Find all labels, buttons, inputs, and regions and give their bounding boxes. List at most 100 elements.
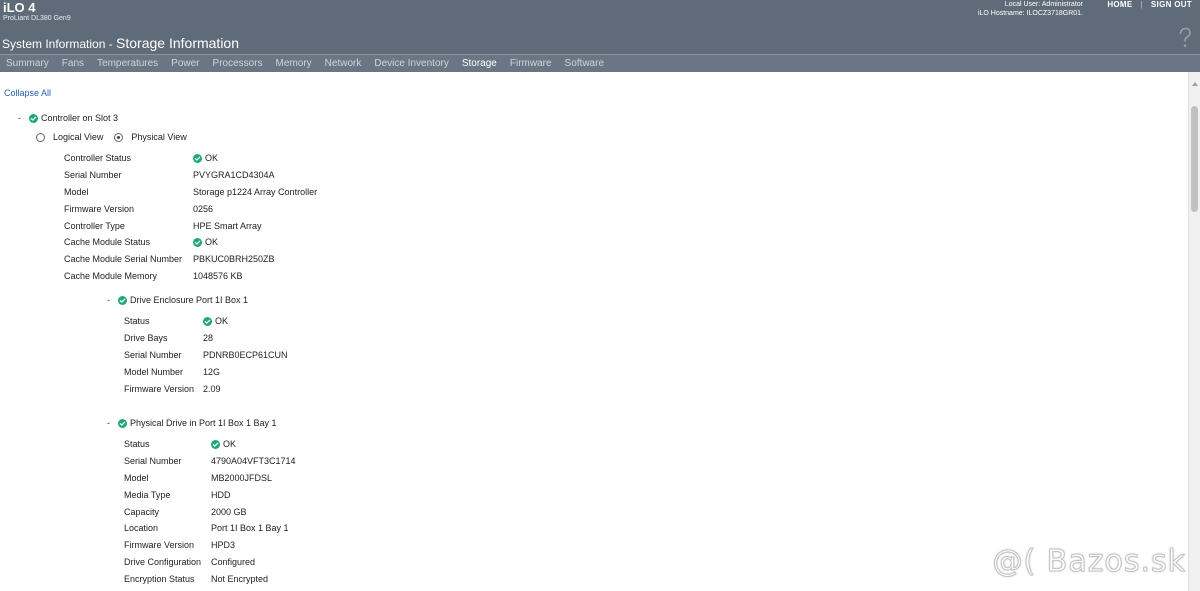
- detail-row: Model Storage p1224 Array Controller: [64, 184, 317, 201]
- detail-key: Firmware Version: [124, 540, 195, 551]
- detail-key: Controller Type: [64, 220, 125, 231]
- detail-value-wrap: OK: [193, 237, 218, 247]
- drive-node: - Physical Drive in Port 1I Box 1 Bay 1: [107, 418, 277, 428]
- home-link[interactable]: HOME: [1107, 0, 1132, 9]
- detail-key: Cache Module Status: [64, 237, 151, 248]
- detail-value: Not Encrypted: [211, 573, 269, 584]
- detail-key: Drive Bays: [124, 333, 168, 344]
- detail-key: Cache Module Memory: [64, 270, 158, 281]
- detail-value-wrap: OK: [203, 316, 228, 326]
- detail-value: Configured: [211, 556, 256, 567]
- detail-value: 4790A04VFT3C1714: [211, 456, 296, 467]
- tab-memory[interactable]: Memory: [276, 58, 312, 69]
- vertical-scrollbar[interactable]: [1188, 72, 1200, 591]
- detail-value-wrap: Configured: [211, 557, 255, 567]
- page-title-main: Storage Information: [116, 35, 240, 51]
- detail-value: 28: [203, 333, 214, 344]
- detail-key: Status: [124, 316, 150, 327]
- detail-value-wrap: Storage p1224 Array Controller: [193, 187, 317, 197]
- ilo-header: iLO 4 ProLiant DL380 Gen9 Local User: Ad…: [0, 0, 1200, 72]
- detail-value: PVYGRA1CD4304A: [193, 170, 275, 181]
- detail-key: Serial Number: [64, 170, 122, 181]
- detail-key: Capacity: [124, 506, 160, 517]
- detail-key: Model: [64, 186, 89, 197]
- enclosure-details: Status OK Drive Bays 28 Serial Number PDNRB0E…: [124, 313, 288, 397]
- tab-storage[interactable]: Storage: [462, 58, 497, 69]
- tab-software[interactable]: Software: [565, 58, 604, 69]
- page-title: System Information - Storage Information: [2, 35, 239, 51]
- detail-row: Model MB2000JFDSL: [124, 470, 296, 487]
- hostname-label: iLO Hostname: ILOCZ3718GR01.: [977, 10, 1083, 17]
- detail-value: 2.09: [203, 383, 221, 394]
- enclosure-title: Drive Enclosure Port 1I Box 1: [130, 295, 249, 305]
- tab-power[interactable]: Power: [171, 58, 199, 69]
- collapse-toggle[interactable]: -: [18, 113, 21, 123]
- detail-value-wrap: MB2000JFDSL: [211, 473, 272, 483]
- detail-value-wrap: PBKUC0BRH250ZB: [193, 254, 275, 264]
- signout-link[interactable]: SIGN OUT: [1151, 0, 1192, 9]
- user-info: Local User: Administrator iLO Hostname: …: [978, 0, 1083, 18]
- detail-key: Model: [124, 472, 149, 483]
- detail-row: Controller Type HPE Smart Array: [64, 217, 317, 234]
- enclosure-node: - Drive Enclosure Port 1I Box 1: [107, 295, 248, 305]
- physical-view-radio[interactable]: [114, 132, 124, 142]
- detail-row: Drive Configuration Configured: [124, 554, 296, 571]
- detail-value: OK: [205, 237, 219, 248]
- ok-icon: [211, 439, 220, 449]
- detail-key: Location: [124, 523, 159, 534]
- collapse-toggle[interactable]: -: [107, 295, 110, 305]
- watermark: @( Bazos.sk: [992, 544, 1186, 580]
- detail-value-wrap: 0256: [193, 204, 213, 214]
- collapse-all-link[interactable]: Collapse All: [4, 88, 51, 98]
- detail-value-wrap: HPE Smart Array: [193, 221, 262, 231]
- scroll-thumb[interactable]: [1191, 106, 1198, 212]
- detail-value: MB2000JFDSL: [211, 472, 273, 483]
- detail-value-wrap: Not Encrypted: [211, 574, 268, 584]
- detail-value: OK: [205, 153, 219, 164]
- detail-key: Firmware Version: [64, 203, 135, 214]
- detail-value-wrap: HPD3: [211, 540, 235, 550]
- top-links: HOME | SIGN OUT: [1107, 0, 1192, 9]
- detail-value-wrap: 2000 GB: [211, 507, 247, 517]
- tab-bar: Summary Fans Temperatures Power Processors Me…: [0, 54, 1200, 72]
- tab-summary[interactable]: Summary: [6, 58, 49, 69]
- tab-device-inventory[interactable]: Device Inventory: [374, 58, 448, 69]
- scroll-up-arrow-icon[interactable]: [1192, 82, 1198, 86]
- detail-row: Serial Number PVYGRA1CD4304A: [64, 167, 317, 184]
- detail-row: Capacity 2000 GB: [124, 503, 296, 520]
- collapse-toggle[interactable]: -: [107, 418, 110, 428]
- brand-title: iLO 4: [3, 0, 36, 15]
- ok-icon: [118, 418, 127, 428]
- detail-value: OK: [223, 439, 237, 450]
- detail-value: 12G: [203, 366, 221, 377]
- tab-network[interactable]: Network: [325, 58, 362, 69]
- tab-temperatures[interactable]: Temperatures: [97, 58, 158, 69]
- detail-value-wrap: OK: [193, 153, 218, 163]
- detail-value: Port 1I Box 1 Bay 1: [211, 523, 289, 534]
- detail-value: PBKUC0BRH250ZB: [193, 254, 275, 265]
- detail-row: Drive Bays 28: [124, 330, 288, 347]
- detail-key: Status: [124, 439, 150, 450]
- help-icon[interactable]: [1178, 27, 1192, 49]
- ok-icon: [118, 295, 127, 305]
- ok-icon: [193, 153, 202, 163]
- detail-value-wrap: PVYGRA1CD4304A: [193, 170, 275, 180]
- detail-row: Model Number 12G: [124, 363, 288, 380]
- detail-row: Status OK: [124, 436, 296, 453]
- detail-row: Cache Module Status OK: [64, 234, 317, 251]
- detail-value: HPE Smart Array: [193, 220, 262, 231]
- detail-value: 1048576 KB: [193, 270, 243, 281]
- detail-value-wrap: 1048576 KB: [193, 271, 243, 281]
- brand-subtitle: ProLiant DL380 Gen9: [3, 15, 71, 22]
- tab-fans[interactable]: Fans: [62, 58, 84, 69]
- detail-row: Serial Number 4790A04VFT3C1714: [124, 453, 296, 470]
- ok-icon: [203, 316, 212, 326]
- detail-key: Controller Status: [64, 153, 132, 164]
- detail-value-wrap: 12G: [203, 367, 220, 377]
- detail-value-wrap: 28: [203, 333, 213, 343]
- tab-processors[interactable]: Processors: [213, 58, 263, 69]
- detail-value: Storage p1224 Array Controller: [193, 186, 318, 197]
- detail-row: Controller Status OK: [64, 150, 317, 167]
- logical-view-radio[interactable]: [36, 132, 45, 142]
- tab-firmware[interactable]: Firmware: [510, 58, 552, 69]
